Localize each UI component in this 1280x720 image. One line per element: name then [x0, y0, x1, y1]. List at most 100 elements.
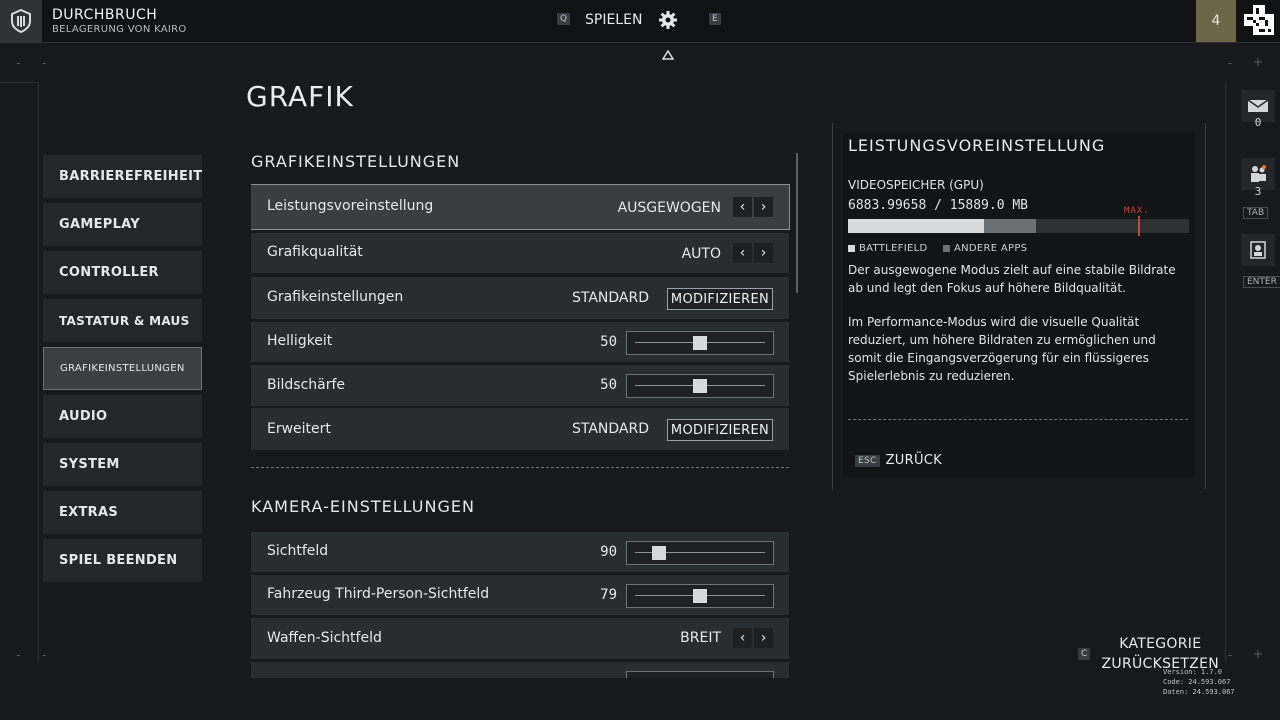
top-bar: DURCHBRUCH BELAGERUNG VON KAIRO Q SPIELE…	[0, 0, 1280, 43]
setting-row-graphics-quality[interactable]: Grafikqualität AUTO ‹ ›	[251, 233, 789, 273]
legend-label: BATTLEFIELD	[859, 243, 928, 254]
squad-icon	[1251, 165, 1266, 182]
active-tab-indicator-icon	[661, 45, 675, 64]
chevron-left-icon[interactable]: ‹	[733, 197, 752, 217]
vram-label: VIDEOSPEICHER (GPU)	[848, 178, 984, 192]
frame-divider	[0, 82, 38, 83]
vram-max-marker	[1137, 216, 1140, 236]
chevron-right-icon[interactable]: ›	[754, 243, 773, 263]
chevron-left-icon[interactable]: ‹	[733, 243, 752, 263]
sidebar-item-audio[interactable]: AUDIO	[43, 395, 202, 438]
setting-label: Leistungsvoreinstellung	[267, 198, 434, 214]
page-title: GRAFIK	[246, 80, 354, 113]
setting-label: Grafikeinstellungen	[267, 289, 404, 305]
partial-slider[interactable]	[626, 671, 774, 678]
sidebar-item-system[interactable]: SYSTEM	[43, 443, 202, 486]
frame-mark: -	[1228, 648, 1233, 662]
setting-value: 50	[600, 377, 617, 393]
vram-battlefield-fill	[848, 219, 985, 233]
version-line: Version: 1.7.0	[1163, 668, 1223, 676]
key-hint-esc: ESC	[855, 454, 880, 467]
frame-mark: -	[16, 56, 21, 70]
option-stepper: ‹ ›	[733, 628, 775, 648]
modify-button[interactable]: MODIFIZIEREN	[667, 288, 773, 310]
setting-value: STANDARD	[571, 290, 649, 306]
back-button[interactable]: ESC ZURÜCK	[855, 453, 942, 468]
section-title-graphics: GRAFIKEINSTELLUNGEN	[251, 152, 461, 171]
tab-settings[interactable]	[656, 8, 680, 32]
option-stepper: ‹ ›	[733, 243, 775, 263]
settings-list: GRAFIKEINSTELLUNGEN Leistungsvoreinstell…	[251, 150, 791, 678]
chevron-right-icon[interactable]: ›	[754, 628, 773, 648]
setting-row-graphics-settings[interactable]: Grafikeinstellungen STANDARD MODIFIZIERE…	[251, 277, 789, 319]
info-divider	[848, 419, 1188, 420]
slider-handle[interactable]	[693, 379, 707, 393]
setting-label: Waffen-Sichtfeld	[267, 630, 382, 646]
mode-badge[interactable]	[0, 0, 42, 42]
key-hint-reset: C	[1078, 648, 1091, 660]
vram-usage-readout: 6883.99658 / 15889.0 MB	[848, 198, 1029, 213]
sidebar-item-quit-game[interactable]: SPIEL BEENDEN	[43, 539, 202, 582]
setting-row-advanced[interactable]: Erweitert STANDARD MODIFIZIEREN	[251, 408, 789, 450]
legend-label: ANDERE APPS	[954, 243, 1028, 254]
setting-value: STANDARD	[571, 421, 649, 437]
frame-mark: -	[16, 648, 21, 662]
vehicle-fov-slider[interactable]	[626, 584, 774, 608]
key-hint-next: E	[709, 13, 721, 25]
vram-other-apps-fill	[984, 219, 1036, 233]
key-hint-tab: TAB	[1243, 207, 1269, 219]
qr-code-icon[interactable]	[1244, 5, 1274, 35]
mode-title: DURCHBRUCH	[52, 7, 158, 23]
sharpness-slider[interactable]	[626, 374, 774, 398]
slider-handle[interactable]	[652, 546, 667, 560]
mail-count: 0	[1254, 116, 1262, 129]
sidebar-item-accessibility[interactable]: BARRIEREFREIHEIT	[43, 155, 202, 198]
setting-row-brightness[interactable]: Helligkeit 50	[251, 322, 789, 362]
player-level-badge[interactable]: 4	[1196, 0, 1236, 42]
slider-handle[interactable]	[693, 336, 707, 350]
setting-label: Grafikqualität	[267, 244, 363, 260]
squad-count: 3	[1254, 185, 1262, 198]
shield-icon	[11, 9, 31, 33]
chevron-left-icon[interactable]: ‹	[733, 628, 752, 648]
chevron-right-icon[interactable]: ›	[754, 197, 773, 217]
setting-row-weapon-fov[interactable]: Waffen-Sichtfeld BREIT ‹ ›	[251, 618, 789, 659]
frame-divider	[38, 82, 39, 662]
modify-button[interactable]: MODIFIZIEREN	[667, 419, 773, 441]
slider-handle[interactable]	[693, 589, 707, 603]
code-line: Code: 24.593.067	[1163, 678, 1231, 686]
setting-row-vehicle-fov[interactable]: Fahrzeug Third-Person-Sichtfeld 79	[251, 575, 789, 615]
field-of-view-slider[interactable]	[626, 541, 774, 565]
setting-row-performance-preset[interactable]: Leistungsvoreinstellung AUSGEWOGEN ‹ ›	[251, 184, 790, 230]
setting-value: AUTO	[681, 246, 721, 262]
setting-value: AUSGEWOGEN	[617, 200, 721, 216]
setting-row-sharpness[interactable]: Bildschärfe 50	[251, 365, 789, 406]
sidebar-item-extras[interactable]: EXTRAS	[43, 491, 202, 534]
vram-usage-bar	[848, 216, 1189, 236]
legend-swatch	[848, 245, 855, 252]
friends-button[interactable]	[1241, 234, 1275, 266]
frame-mark: -	[1228, 56, 1233, 70]
envelope-icon	[1247, 99, 1269, 112]
frame-mark: +	[1253, 55, 1264, 69]
info-title: LEISTUNGSVOREINSTELLUNG	[848, 136, 1106, 155]
info-description-balanced: Der ausgewogene Modus zielt auf eine sta…	[848, 263, 1176, 295]
settings-scrollbar[interactable]	[796, 153, 798, 293]
setting-value: 90	[600, 544, 617, 560]
legend-battlefield: BATTLEFIELD	[848, 243, 927, 254]
sidebar-item-keyboard-mouse[interactable]: TASTATUR & MAUS	[43, 299, 202, 342]
frame-mark: -	[42, 648, 47, 662]
back-label: ZURÜCK	[885, 453, 942, 468]
setting-row-field-of-view[interactable]: Sichtfeld 90	[251, 532, 789, 572]
setting-row-partial[interactable]	[251, 662, 789, 678]
info-description-performance: Im Performance-Modus wird die visuelle Q…	[848, 315, 1156, 383]
mode-subtitle: BELAGERUNG VON KAIRO	[52, 24, 187, 35]
sidebar-item-controller[interactable]: CONTROLLER	[43, 251, 202, 294]
brightness-slider[interactable]	[626, 331, 774, 355]
sidebar-item-graphics[interactable]: GRAFIKEINSTELLUNGEN	[43, 347, 202, 390]
key-hint-enter: ENTER	[1243, 276, 1280, 288]
frame-divider	[1225, 82, 1226, 662]
sidebar-item-gameplay[interactable]: GAMEPLAY	[43, 203, 202, 246]
tab-play[interactable]: SPIELEN	[585, 12, 642, 28]
setting-label: Helligkeit	[267, 333, 333, 349]
